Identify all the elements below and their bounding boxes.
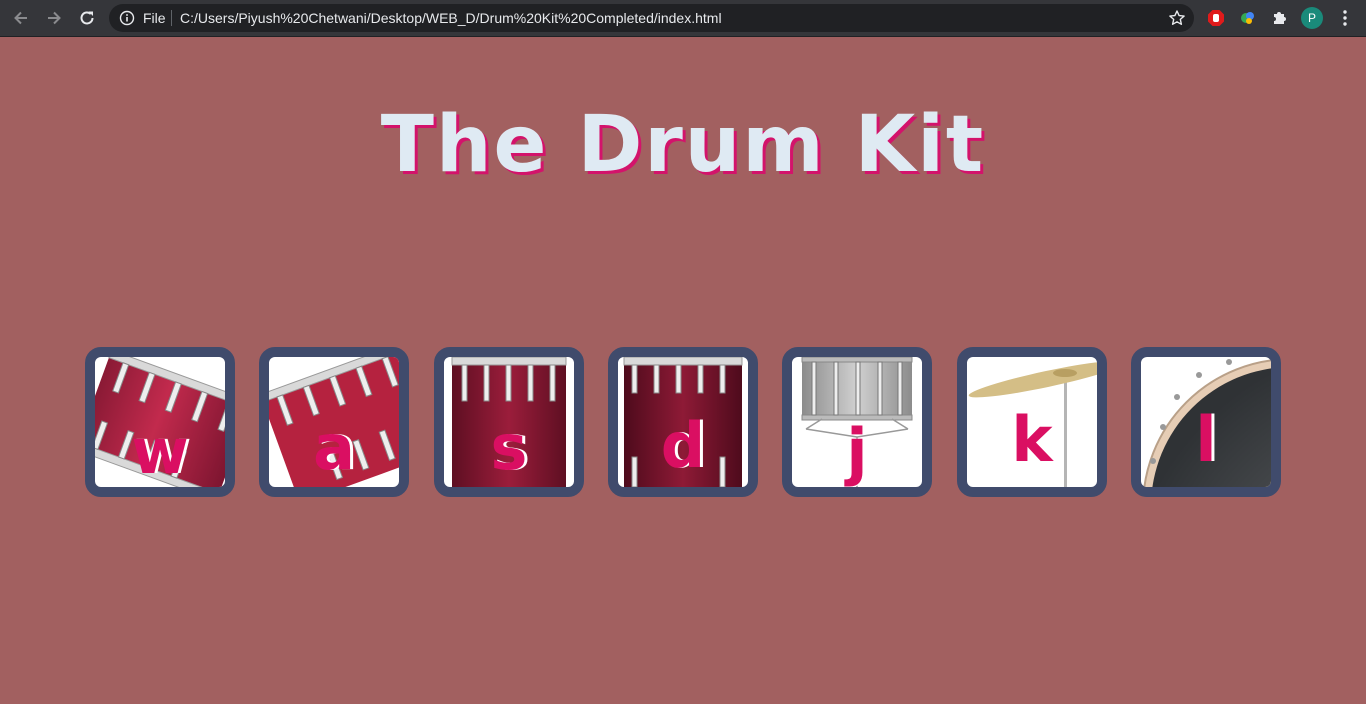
page-title: The Drum Kit	[380, 100, 986, 190]
file-scheme-label: File	[143, 10, 166, 26]
drum-key-letter: s	[490, 411, 528, 484]
extension-colorful-button[interactable]	[1237, 7, 1259, 29]
address-bar[interactable]: File C:/Users/Piyush%20Chetwani/Desktop/…	[109, 4, 1194, 32]
url-text[interactable]: C:/Users/Piyush%20Chetwani/Desktop/WEB_D…	[180, 10, 722, 26]
drum-button-k[interactable]: k	[957, 347, 1107, 497]
back-arrow-icon	[14, 11, 27, 25]
reload-icon	[80, 11, 94, 25]
puzzle-piece-icon	[1274, 12, 1286, 24]
extensions-menu-button[interactable]	[1269, 7, 1291, 29]
back-button[interactable]	[9, 6, 33, 30]
kebab-menu-icon	[1343, 10, 1347, 26]
reload-button[interactable]	[75, 6, 99, 30]
drum-key-letter: a	[313, 411, 355, 484]
drum-key-letter: j	[846, 415, 868, 488]
color-orb-icon	[1241, 12, 1254, 24]
drum-button-j[interactable]: j	[782, 347, 932, 497]
forward-button[interactable]	[42, 6, 66, 30]
info-icon[interactable]	[119, 10, 135, 26]
browser-menu-button[interactable]	[1335, 8, 1355, 28]
omnibox-divider	[171, 10, 172, 26]
drum-key-letter: d	[660, 409, 706, 482]
forward-arrow-icon	[48, 11, 61, 25]
stop-hand-icon	[1208, 10, 1224, 26]
browser-toolbar: File C:/Users/Piyush%20Chetwani/Desktop/…	[0, 0, 1366, 37]
bookmark-star-icon[interactable]	[1168, 9, 1186, 27]
drum-button-s[interactable]: s	[434, 347, 584, 497]
drum-button-w[interactable]: w	[85, 347, 235, 497]
drum-key-letter: w	[131, 415, 189, 488]
drum-key-letter: k	[1011, 403, 1053, 476]
drum-button-a[interactable]: a	[259, 347, 409, 497]
drum-key-letter: l	[1195, 403, 1217, 476]
drum-button-d[interactable]: d	[608, 347, 758, 497]
drum-button-l[interactable]: l	[1131, 347, 1281, 497]
profile-avatar[interactable]: P	[1301, 7, 1323, 29]
extension-adblock-button[interactable]	[1205, 7, 1227, 29]
